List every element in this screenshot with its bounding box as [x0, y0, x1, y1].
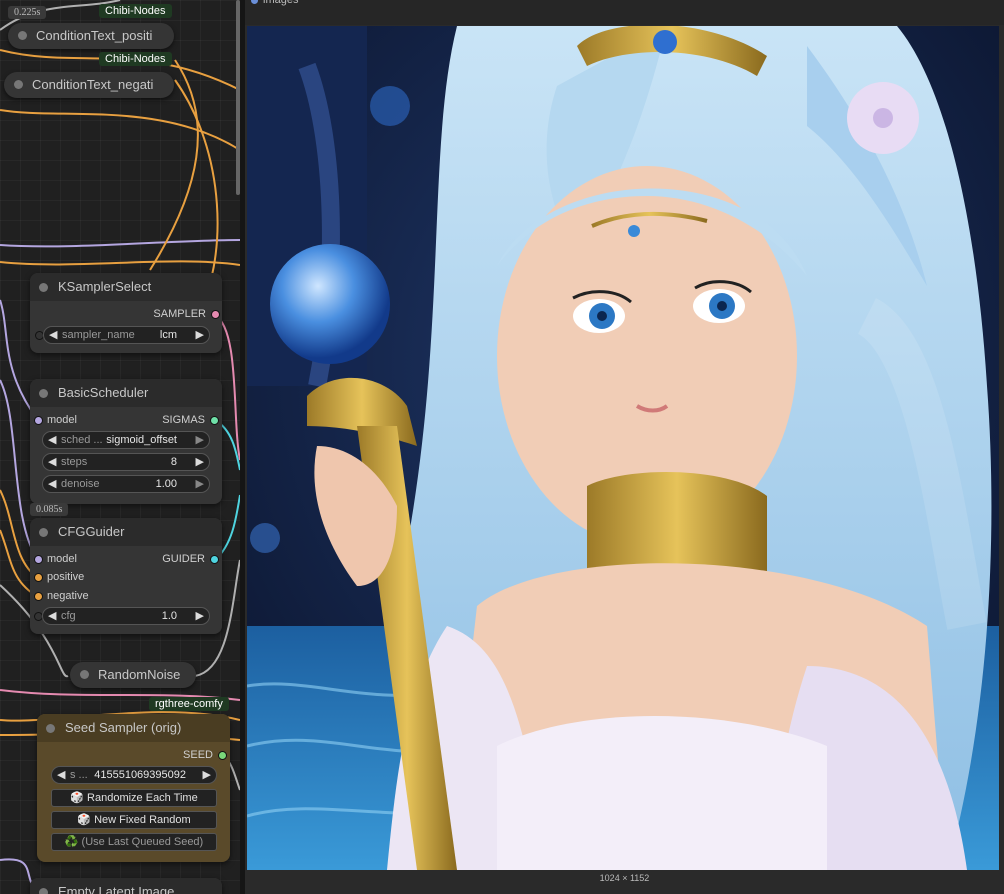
node-random-noise[interactable]: RandomNoise	[70, 662, 196, 688]
wire	[0, 239, 240, 248]
output-label-seed: SEED	[183, 749, 213, 761]
output-socket-sigmas[interactable]	[210, 416, 219, 425]
input-socket-positive[interactable]	[34, 573, 43, 582]
collapse-toggle-icon[interactable]	[18, 31, 27, 40]
execution-time-badge: 0.225s	[8, 6, 47, 19]
cfg-number-widget[interactable]: ◀ cfg 1.0 ▶	[42, 607, 210, 625]
collapse-toggle-icon[interactable]	[46, 724, 55, 733]
chevron-left-icon[interactable]: ◀	[48, 455, 56, 468]
node-title: ConditionText_negati	[32, 77, 154, 92]
input-label-model: model	[47, 553, 77, 565]
chevron-right-icon[interactable]: ▶	[203, 768, 211, 781]
generated-image[interactable]	[247, 26, 999, 870]
node-source-badge: Chibi-Nodes	[99, 52, 172, 66]
node-condition-text-negative[interactable]: ConditionText_negati	[4, 72, 174, 98]
denoise-number-widget[interactable]: ◀ denoise 1.00 ▶	[42, 475, 210, 493]
execution-time-badge: 0.085s	[30, 503, 69, 516]
output-socket-sampler[interactable]	[211, 310, 220, 319]
input-socket-negative[interactable]	[34, 592, 43, 601]
use-last-queued-seed-button[interactable]: ♻️ (Use Last Queued Seed)	[51, 833, 217, 851]
input-label-model: model	[47, 414, 77, 426]
collapse-toggle-icon[interactable]	[39, 888, 48, 894]
chevron-right-icon[interactable]: ▶	[196, 609, 204, 622]
new-fixed-random-button[interactable]: 🎲 New Fixed Random	[51, 811, 217, 829]
node-title: RandomNoise	[98, 667, 181, 682]
output-socket-guider[interactable]	[210, 555, 219, 564]
node-condition-text-positive[interactable]: ConditionText_positi	[8, 23, 174, 49]
collapse-toggle-icon[interactable]	[39, 528, 48, 537]
collapse-toggle-icon[interactable]	[80, 670, 89, 679]
node-title: Seed Sampler (orig)	[65, 720, 182, 735]
collapse-toggle-icon[interactable]	[39, 283, 48, 292]
chevron-left-icon[interactable]: ◀	[48, 609, 56, 622]
input-label-positive: positive	[47, 571, 85, 583]
scheduler-combo[interactable]: ◀ sched ... sigmoid_offset ▶	[42, 431, 210, 449]
preview-header: images	[245, 0, 1004, 25]
collapse-toggle-icon[interactable]	[14, 80, 23, 89]
node-title: BasicScheduler	[58, 385, 149, 400]
output-label-sigmas: SIGMAS	[162, 414, 205, 426]
sampler-name-combo[interactable]: ◀ sampler_name lcm ▶	[43, 326, 210, 344]
node-source-badge: Chibi-Nodes	[99, 4, 172, 18]
randomize-each-time-button[interactable]: 🎲 Randomize Each Time	[51, 789, 217, 807]
chevron-right-icon[interactable]: ▶	[196, 433, 204, 446]
chevron-right-icon[interactable]: ▶	[196, 328, 204, 341]
wire	[0, 109, 240, 151]
node-title: Empty Latent Image	[58, 884, 175, 894]
node-graph-canvas[interactable]: 0.225s Chibi-Nodes ConditionText_positi …	[0, 0, 240, 894]
node-title: ConditionText_positi	[36, 28, 153, 43]
chevron-right-icon[interactable]: ▶	[196, 455, 204, 468]
collapse-toggle-icon[interactable]	[39, 389, 48, 398]
output-label-sampler: SAMPLER	[153, 308, 206, 320]
input-socket-model[interactable]	[34, 416, 43, 425]
node-seed-sampler[interactable]: Seed Sampler (orig) SEED ◀ s ... 4155510…	[37, 714, 230, 862]
wire	[0, 260, 240, 266]
node-cfg-guider[interactable]: CFGGuider model GUIDER positive negative…	[30, 518, 222, 634]
output-dot-icon	[251, 0, 258, 4]
seed-number-widget[interactable]: ◀ s ... 415551069395092 ▶	[51, 766, 217, 784]
input-socket-model[interactable]	[34, 555, 43, 564]
chevron-left-icon[interactable]: ◀	[48, 477, 56, 490]
node-title: CFGGuider	[58, 524, 125, 539]
preview-caption: images	[263, 0, 299, 6]
anime-princess-illustration	[247, 26, 999, 870]
image-dimensions-label: 1024 × 1152	[599, 873, 650, 883]
steps-number-widget[interactable]: ◀ steps 8 ▶	[42, 453, 210, 471]
node-ksampler-select[interactable]: KSamplerSelect SAMPLER ◀ sampler_name lc…	[30, 273, 222, 353]
input-label-negative: negative	[47, 590, 89, 602]
image-preview-panel: images 1024 × 1152	[245, 0, 1004, 894]
node-title: KSamplerSelect	[58, 279, 152, 294]
chevron-right-icon[interactable]: ▶	[196, 477, 204, 490]
node-basic-scheduler[interactable]: BasicScheduler model SIGMAS ◀ sched ... …	[30, 379, 222, 504]
node-empty-latent-image[interactable]: Empty Latent Image	[30, 878, 222, 894]
output-label-guider: GUIDER	[162, 553, 205, 565]
chevron-left-icon[interactable]: ◀	[57, 768, 65, 781]
chevron-left-icon[interactable]: ◀	[48, 433, 56, 446]
output-socket-seed[interactable]	[218, 751, 227, 760]
chevron-left-icon[interactable]: ◀	[49, 328, 57, 341]
node-source-badge: rgthree-comfy	[149, 697, 229, 711]
